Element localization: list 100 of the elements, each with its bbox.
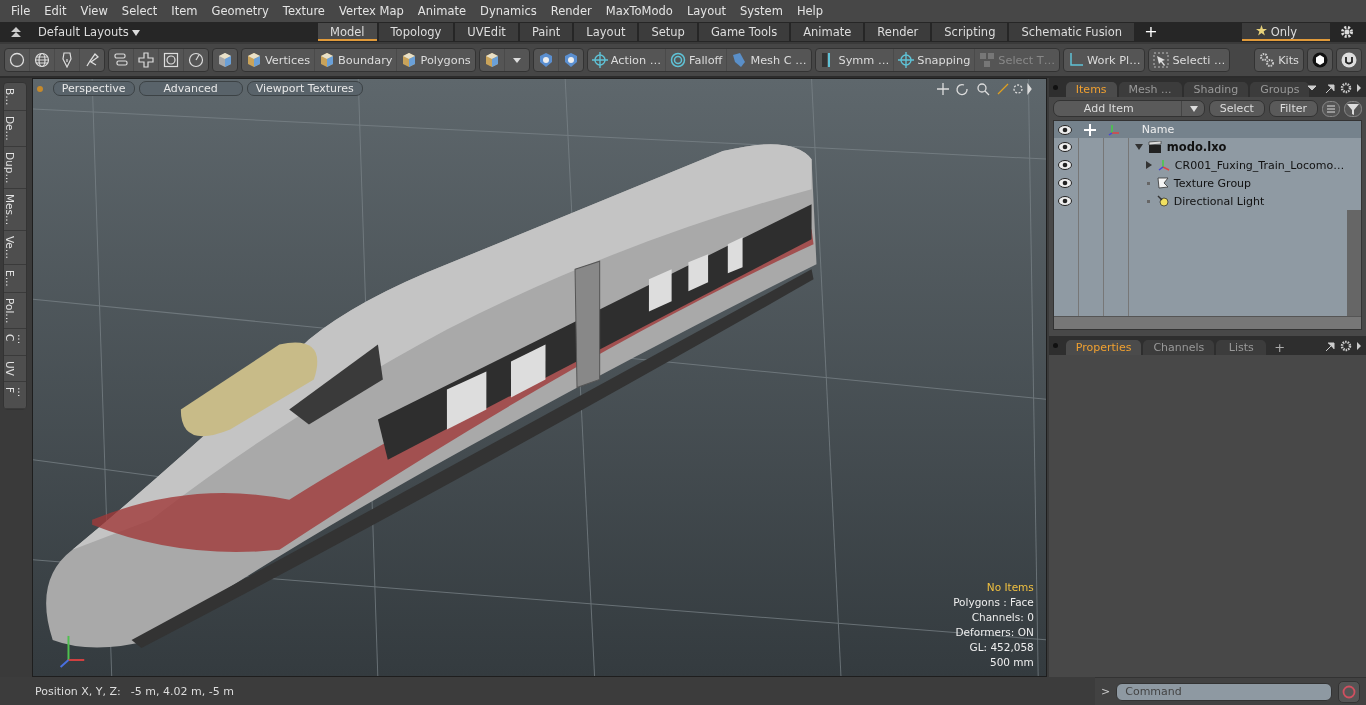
settings-icon[interactable] bbox=[1340, 25, 1354, 39]
layout-tab[interactable]: Scripting bbox=[932, 23, 1008, 41]
move-icon[interactable] bbox=[1083, 123, 1096, 136]
tool-button[interactable]: Kits bbox=[1255, 49, 1303, 71]
menu-item[interactable]: Help bbox=[789, 4, 831, 18]
layout-tab[interactable]: Game Tools bbox=[698, 23, 790, 41]
tool-button[interactable]: Action … bbox=[587, 49, 667, 71]
layout-tab[interactable]: Schematic Fusion bbox=[1009, 23, 1135, 41]
axes-icon bbox=[1157, 159, 1170, 171]
tool-button[interactable]: Symm … bbox=[815, 49, 895, 71]
menu-item[interactable]: Render bbox=[543, 4, 599, 18]
cube-icon bbox=[246, 52, 262, 68]
only-button[interactable]: Only bbox=[1242, 23, 1330, 41]
eye-icon[interactable] bbox=[1057, 160, 1072, 170]
viewport-controls-icon[interactable] bbox=[935, 81, 1032, 96]
axis-gizmo-icon bbox=[59, 634, 85, 668]
add-item-dropdown[interactable]: Add Item bbox=[1052, 100, 1205, 117]
panel-tab[interactable]: Channels bbox=[1143, 340, 1215, 355]
menu-item[interactable]: File bbox=[4, 4, 38, 18]
layout-tab[interactable]: Setup bbox=[639, 23, 697, 41]
layout-dropdown[interactable]: Default Layouts bbox=[38, 25, 318, 39]
menu-item[interactable]: Item bbox=[164, 4, 205, 18]
tool-button[interactable]: Polygons bbox=[397, 49, 475, 71]
tree-item[interactable]: modo.lxo bbox=[1166, 140, 1227, 154]
tool-button[interactable]: Falloff bbox=[666, 49, 728, 71]
side-tab[interactable]: F ... bbox=[4, 382, 26, 409]
menu-item[interactable]: MaxToModo bbox=[598, 4, 680, 18]
eye-icon[interactable] bbox=[1057, 178, 1072, 188]
column-header[interactable]: Name bbox=[1125, 123, 1175, 136]
filter-icon[interactable] bbox=[1344, 100, 1362, 117]
caret-icon bbox=[1189, 105, 1198, 112]
menu-item[interactable]: Animate bbox=[410, 4, 474, 18]
menu-item[interactable]: Texture bbox=[275, 4, 332, 18]
side-tab[interactable]: Ve... bbox=[4, 231, 26, 266]
filter-button[interactable]: Filter bbox=[1268, 100, 1318, 117]
add-tab-button[interactable]: + bbox=[1268, 340, 1292, 355]
position-label: Position X, Y, Z: bbox=[35, 684, 121, 698]
layout-tab[interactable]: Layout bbox=[574, 23, 638, 41]
vertical-scrollbar[interactable] bbox=[1347, 210, 1361, 316]
status-dot-icon bbox=[36, 85, 43, 92]
menu-item[interactable]: Edit bbox=[37, 4, 74, 18]
side-tab[interactable]: Pol... bbox=[4, 292, 26, 330]
layout-tab[interactable]: Render bbox=[865, 23, 931, 41]
position-value: -5 m, 4.02 m, -5 m bbox=[130, 684, 234, 698]
panel-tab[interactable]: Lists bbox=[1216, 340, 1267, 355]
eye-icon[interactable] bbox=[1057, 142, 1072, 152]
menu-item[interactable]: Dynamics bbox=[473, 4, 544, 18]
menu-item[interactable]: Geometry bbox=[204, 4, 276, 18]
menu-item[interactable]: Vertex Map bbox=[331, 4, 411, 18]
eye-icon[interactable] bbox=[1057, 196, 1072, 206]
viewport-option-button[interactable]: Advanced bbox=[138, 81, 243, 96]
panel-tab[interactable]: Groups bbox=[1250, 82, 1310, 97]
expander-icon[interactable] bbox=[1134, 143, 1143, 151]
eye-icon[interactable] bbox=[1057, 124, 1072, 135]
tool-button[interactable]: Vertices bbox=[242, 49, 316, 71]
side-tab[interactable]: B... bbox=[4, 83, 26, 112]
layout-tab[interactable]: Topology bbox=[378, 23, 454, 41]
command-prompt: > bbox=[1101, 685, 1111, 698]
menu-item[interactable]: View bbox=[73, 4, 115, 18]
command-field[interactable]: Command bbox=[1116, 682, 1332, 701]
panel-tab[interactable]: Mesh ... bbox=[1118, 82, 1182, 97]
horizontal-scrollbar[interactable] bbox=[1053, 316, 1361, 329]
panel-controls-icon[interactable] bbox=[1306, 82, 1362, 94]
viewport-option-button[interactable]: Viewport Textures bbox=[246, 81, 363, 96]
layout-tab[interactable]: UVEdit bbox=[455, 23, 518, 41]
layout-tab[interactable]: Paint bbox=[519, 23, 573, 41]
side-tab[interactable]: Mes... bbox=[4, 189, 26, 232]
tool-button[interactable]: Mesh C … bbox=[727, 49, 811, 71]
side-tab[interactable]: C ... bbox=[4, 329, 26, 356]
panel-tab[interactable]: Shading bbox=[1183, 82, 1249, 97]
tree-item[interactable]: Texture Group bbox=[1173, 176, 1252, 190]
cube-icon bbox=[401, 52, 418, 68]
menu-item[interactable]: System bbox=[733, 4, 790, 18]
select-button[interactable]: Select bbox=[1208, 100, 1265, 117]
tree-item[interactable]: CR001_Fuxing_Train_Locomo… bbox=[1174, 158, 1345, 172]
tool-button[interactable]: Snapping bbox=[894, 49, 976, 71]
list-options-icon[interactable] bbox=[1322, 100, 1340, 117]
viewport-info-text: Channels: 0 bbox=[971, 610, 1034, 625]
layout-tab[interactable]: Animate bbox=[791, 23, 864, 41]
layout-tab[interactable]: Model bbox=[318, 23, 377, 41]
tool-button[interactable]: Selecti … bbox=[1149, 49, 1230, 71]
tree-item[interactable]: Directional Light bbox=[1173, 194, 1265, 208]
side-tab[interactable]: De... bbox=[4, 111, 26, 147]
tool-button[interactable]: Boundary bbox=[315, 49, 398, 71]
side-tab[interactable]: E... bbox=[4, 265, 26, 293]
panel-tab[interactable]: Properties bbox=[1065, 340, 1142, 355]
menu-item[interactable]: Layout bbox=[679, 4, 733, 18]
viewport-option-button[interactable]: Perspective bbox=[52, 81, 135, 96]
menu-item[interactable]: Select bbox=[114, 4, 165, 18]
expander-icon[interactable] bbox=[1144, 161, 1153, 169]
star-icon bbox=[1256, 25, 1267, 36]
viewport-info-text: 500 mm bbox=[989, 655, 1034, 670]
add-tab-button[interactable]: + bbox=[1136, 23, 1166, 41]
panel-tab[interactable]: Items bbox=[1065, 82, 1117, 97]
double-caret-icon[interactable] bbox=[10, 27, 22, 37]
record-button[interactable] bbox=[1338, 680, 1360, 703]
caret-icon bbox=[132, 30, 141, 36]
side-tab[interactable]: UV bbox=[4, 355, 26, 383]
tool-button[interactable]: Work Pl… bbox=[1064, 49, 1145, 71]
side-tab[interactable]: Dup... bbox=[4, 146, 26, 190]
